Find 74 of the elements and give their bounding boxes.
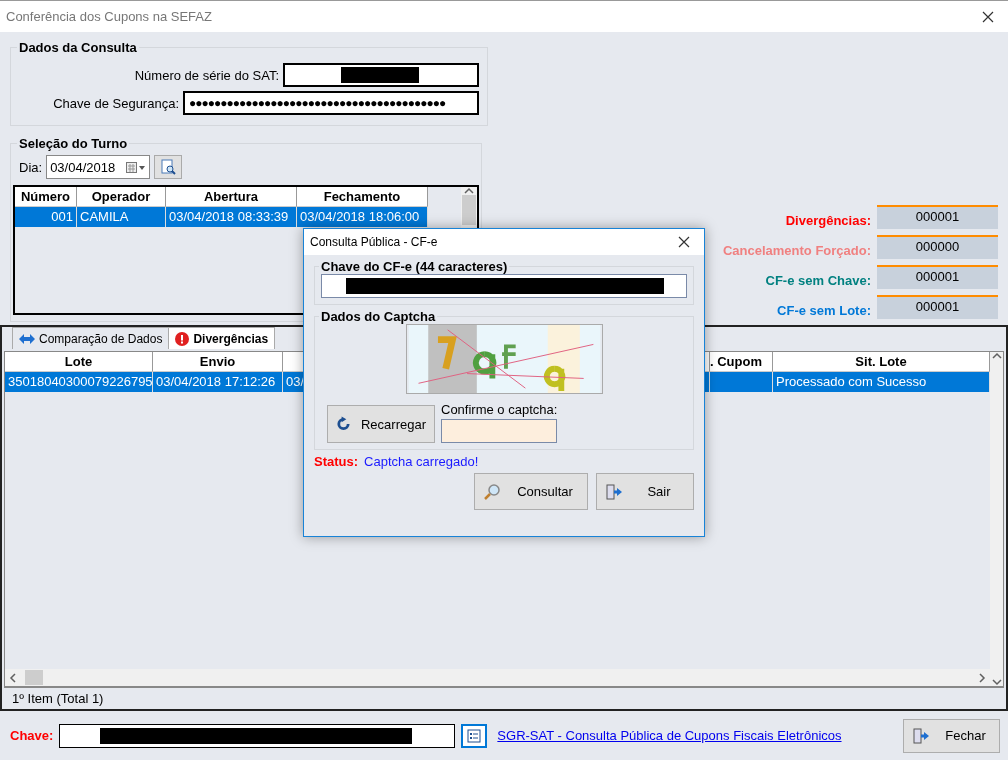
table-cell: 03/04/2018 18:06:00 [297,207,428,227]
column-header[interactable]: Número [15,187,77,207]
password-field[interactable]: ●●●●●●●●●●●●●●●●●●●●●●●●●●●●●●●●●●●●●●●●● [183,91,479,115]
counter-value: 000001 [877,205,998,229]
counter-value: 000000 [877,235,998,259]
column-header[interactable]: . Cupom [710,352,773,372]
dialog-title: Consulta Pública - CF-e [310,235,438,249]
calendar-dropdown-icon[interactable] [126,161,147,173]
refresh-icon [336,416,351,432]
status-text: 1º Item (Total 1) [4,687,1004,709]
window-title: Conferência dos Cupons na SEFAZ [6,9,212,24]
group-title: Chave do CF-e (44 caracteres) [320,259,509,274]
reload-button[interactable]: Recarregar [327,405,435,443]
double-arrow-icon [19,332,35,345]
close-icon[interactable] [678,236,690,248]
horizontal-scrollbar[interactable] [5,669,990,686]
group-title: Seleção do Turno [18,136,129,151]
column-header[interactable]: Abertura [166,187,297,207]
counter-label: Cancelamento Forçado: [722,241,871,258]
captcha-input[interactable] [441,419,557,443]
close-icon[interactable] [982,10,994,23]
counter-label: CF-e sem Chave: [765,271,871,288]
list-icon [466,727,483,744]
scroll-up-icon[interactable] [991,352,1002,360]
counter-value: 000001 [877,265,998,289]
counter-value: 000001 [877,295,998,319]
magnifier-icon [483,482,501,501]
field-label: Dia: [19,159,43,175]
field-label: Número de série do SAT: [134,67,279,83]
dialog-button[interactable]: Sair [596,473,694,510]
date-picker[interactable]: 03/04/2018 [46,155,151,179]
document-search-icon [160,159,177,175]
list-button[interactable] [461,723,488,748]
group-title: Dados da Consulta [18,40,138,55]
scroll-left-icon[interactable] [9,672,17,683]
status-message: Captcha carregado! [364,454,479,469]
column-header[interactable]: Lote [5,352,153,372]
dialog-button[interactable]: Consultar [474,473,588,510]
table-cell: 001 [15,207,77,227]
exclamation-icon [175,331,190,346]
group-title: Dados do Captcha [320,309,437,324]
scroll-down-icon[interactable] [991,678,1002,686]
scroll-up-icon[interactable] [464,187,474,195]
table-row[interactable]: 001 CAMILA 03/04/2018 08:33:39 03/04/2018 18:06:00 [15,207,461,227]
link[interactable]: SGR-SAT - Consulta Pública de Cupons Fiscais Eletrônicos [497,728,842,743]
field-label: Chave: [10,728,54,743]
field-label: Chave de Segurança: [53,95,179,111]
scroll-thumb[interactable] [25,670,43,685]
serial-field[interactable] [283,63,479,87]
table-cell: 35018040300079226795 [5,372,153,392]
table-cell: 03/04/2018 17:12:26 [153,372,283,392]
tab[interactable]: Divergências [168,327,276,349]
column-header[interactable]: Operador [77,187,166,207]
table-cell: Processado com Sucesso [773,372,990,392]
column-header[interactable]: Envio [153,352,283,372]
field-label: Confirme o captcha: [441,402,558,417]
counter-label: Divergências: [785,211,871,228]
table-cell: CAMILA [77,207,166,227]
counter-label: CF-e sem Lote: [777,301,871,318]
scroll-thumb[interactable] [462,195,476,225]
scroll-right-icon[interactable] [978,672,986,683]
search-button[interactable] [154,155,183,179]
exit-door-icon [605,482,623,501]
exit-door-icon [912,726,930,745]
table-cell [710,372,773,392]
key-field[interactable] [321,274,687,298]
scrollbar[interactable] [990,352,1003,686]
tab[interactable]: Comparação de Dados [12,327,170,349]
column-header[interactable]: Fechamento [297,187,428,207]
close-button[interactable]: Fechar [903,718,1000,753]
column-header[interactable]: Sit. Lote [773,352,990,372]
key-field[interactable] [59,723,456,748]
status-label: Status: [314,454,359,469]
table-cell: 03/04/2018 08:33:39 [166,207,297,227]
